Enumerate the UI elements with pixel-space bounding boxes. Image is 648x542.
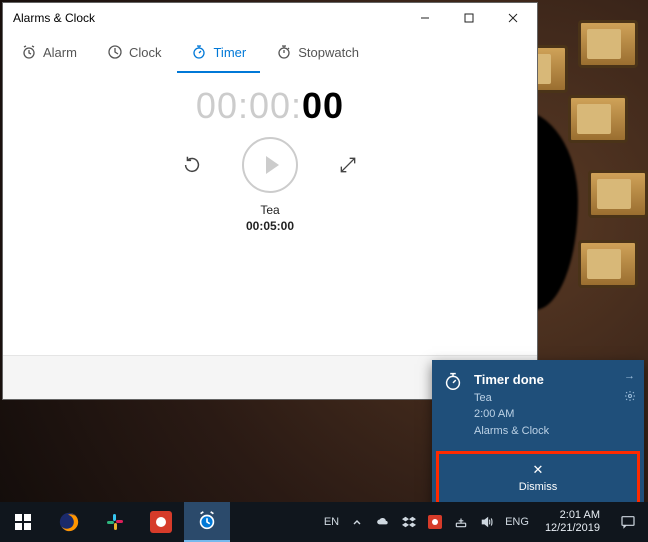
tab-label: Timer	[213, 45, 246, 60]
tab-timer[interactable]: Timer	[177, 33, 260, 73]
maximize-button[interactable]	[447, 3, 491, 33]
expand-button[interactable]	[334, 151, 362, 179]
timer-display: 00:00:00	[3, 85, 537, 127]
timer-name: Tea	[3, 203, 537, 217]
toast-title: Timer done	[474, 370, 614, 390]
timer-display-faded: 00:00:	[196, 85, 302, 126]
taskbar-date: 12/21/2019	[545, 522, 600, 535]
tray-volume-icon[interactable]	[479, 514, 495, 530]
tray-onedrive-icon[interactable]	[375, 514, 391, 530]
notification-toast: Timer done Tea 2:00 AM Alarms & Clock → …	[432, 360, 644, 512]
tab-label: Clock	[129, 45, 162, 60]
timer-display-seconds: 00	[302, 85, 344, 126]
tab-stopwatch[interactable]: Stopwatch	[262, 33, 373, 73]
clock-icon	[107, 44, 123, 60]
alarm-icon	[21, 44, 37, 60]
timer-icon	[442, 370, 464, 392]
toast-expand-icon[interactable]: →	[624, 370, 636, 382]
tray-chevron-up-icon[interactable]	[349, 514, 365, 530]
tab-clock[interactable]: Clock	[93, 33, 176, 73]
timer-meta: Tea 00:05:00	[3, 203, 537, 233]
window-title: Alarms & Clock	[13, 11, 403, 25]
titlebar: Alarms & Clock	[3, 3, 537, 33]
tray-input-lang[interactable]: EN	[324, 516, 339, 528]
taskbar-app-generic[interactable]	[138, 502, 184, 542]
taskbar-app-slack[interactable]	[92, 502, 138, 542]
alarms-clock-window: Alarms & Clock Alarm Clock Timer Stopwat…	[2, 2, 538, 400]
action-center-button[interactable]	[608, 502, 648, 542]
timer-icon	[191, 44, 207, 60]
tab-label: Alarm	[43, 45, 77, 60]
tray-keyboard-lang[interactable]: ENG	[505, 516, 529, 528]
tab-bar: Alarm Clock Timer Stopwatch	[3, 33, 537, 73]
dismiss-button[interactable]: ✕ Dismiss	[436, 451, 640, 506]
taskbar-app-firefox[interactable]	[46, 502, 92, 542]
toast-subtitle: Tea	[474, 390, 614, 407]
timer-body: 00:00:00 Tea 00:05:00	[3, 73, 537, 355]
tray-network-icon[interactable]	[453, 514, 469, 530]
taskbar-app-alarms-clock[interactable]	[184, 502, 230, 542]
stopwatch-icon	[276, 44, 292, 60]
start-button[interactable]	[0, 502, 46, 542]
timer-controls	[3, 137, 537, 193]
close-button[interactable]	[491, 3, 535, 33]
dismiss-label: Dismiss	[519, 481, 558, 493]
toast-time: 2:00 AM	[474, 406, 614, 423]
taskbar: EN ENG 2:01 AM 12/21/2019	[0, 502, 648, 542]
tab-label: Stopwatch	[298, 45, 359, 60]
tray-app-icon[interactable]	[427, 514, 443, 530]
system-tray: EN ENG	[316, 514, 537, 530]
tray-dropbox-icon[interactable]	[401, 514, 417, 530]
toast-app: Alarms & Clock	[474, 423, 614, 440]
play-icon	[266, 156, 279, 174]
taskbar-clock[interactable]: 2:01 AM 12/21/2019	[537, 509, 608, 535]
play-button[interactable]	[242, 137, 298, 193]
reset-button[interactable]	[178, 151, 206, 179]
timer-duration: 00:05:00	[3, 219, 537, 233]
taskbar-time: 2:01 AM	[545, 509, 600, 522]
toast-settings-icon[interactable]	[624, 390, 636, 402]
close-icon: ✕	[439, 462, 637, 478]
minimize-button[interactable]	[403, 3, 447, 33]
tab-alarm[interactable]: Alarm	[7, 33, 91, 73]
